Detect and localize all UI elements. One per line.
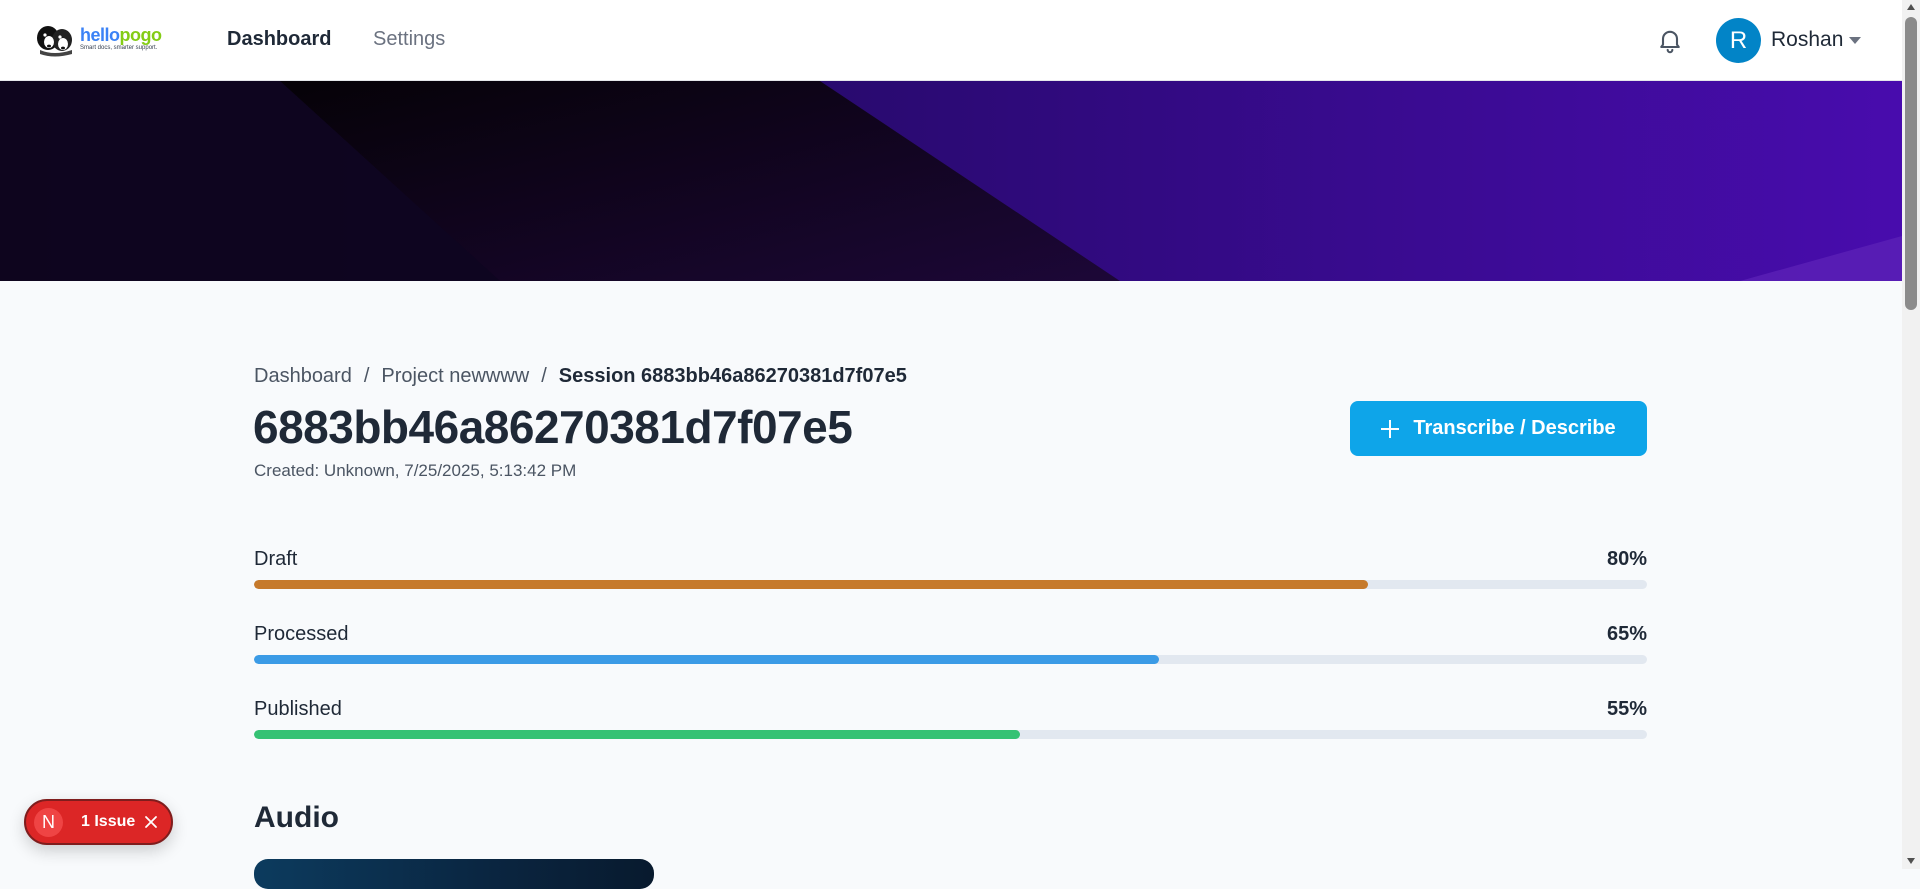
nav-dashboard[interactable]: Dashboard bbox=[227, 27, 331, 51]
breadcrumb-separator: / bbox=[363, 365, 370, 387]
transcribe-describe-button[interactable]: Transcribe / Describe bbox=[1350, 401, 1647, 456]
progress-percent: 65% bbox=[1606, 623, 1647, 645]
plus-icon bbox=[1381, 419, 1400, 438]
audio-section-title: Audio bbox=[254, 801, 339, 834]
hellopogo-logo[interactable]: hellopogo Smart docs, smarter support. bbox=[34, 18, 169, 60]
breadcrumb-session: Session 6883bb46a86270381d7f07e5 bbox=[558, 365, 907, 387]
hero-banner bbox=[0, 81, 1902, 281]
audio-card[interactable] bbox=[254, 859, 654, 889]
brand-pogo: pogo bbox=[119, 25, 162, 45]
chevron-down-icon[interactable] bbox=[1849, 37, 1861, 44]
created-date: Created: Unknown, 7/25/2025, 5:13:42 PM bbox=[254, 461, 577, 480]
progress-fill bbox=[254, 580, 1369, 589]
bell-icon[interactable] bbox=[1656, 26, 1684, 54]
breadcrumb-separator: / bbox=[541, 365, 547, 387]
progress-track bbox=[254, 580, 1647, 589]
issue-badge-avatar: N bbox=[34, 808, 63, 837]
progress-label: Processed bbox=[254, 623, 349, 645]
brand-hello: hello bbox=[80, 25, 120, 45]
dog-logo-icon bbox=[37, 26, 72, 57]
progress-label: Published bbox=[254, 698, 342, 720]
issue-count[interactable]: 1 Issue bbox=[81, 812, 135, 832]
transcribe-describe-label: Transcribe / Describe bbox=[1413, 417, 1616, 439]
breadcrumb: Dashboard / Project newwww / Session 6883bb4… bbox=[254, 364, 907, 388]
close-icon[interactable] bbox=[143, 814, 159, 830]
progress-fill bbox=[254, 655, 1160, 664]
page-title: 6883bb46a86270381d7f07e5 bbox=[253, 401, 853, 453]
progress-track bbox=[254, 730, 1647, 739]
progress-fill bbox=[254, 730, 1021, 739]
issue-badge[interactable]: N 1 Issue bbox=[24, 799, 173, 845]
top-navbar: hellopogo Smart docs, smarter support. D… bbox=[0, 0, 1902, 81]
progress-percent: 80% bbox=[1606, 548, 1647, 570]
brand-tagline: Smart docs, smarter support. bbox=[80, 45, 158, 51]
scrollbar-thumb[interactable] bbox=[1905, 17, 1917, 310]
user-menu-name[interactable]: Roshan bbox=[1771, 27, 1843, 52]
scroll-down-arrow-icon[interactable] bbox=[1907, 858, 1915, 864]
progress-percent: 55% bbox=[1606, 698, 1647, 720]
scroll-up-arrow-icon[interactable] bbox=[1907, 4, 1915, 10]
vertical-scrollbar[interactable] bbox=[1902, 0, 1920, 869]
progress-label: Draft bbox=[254, 548, 298, 570]
user-avatar[interactable]: R bbox=[1716, 18, 1761, 63]
brand-wordmark: hellopogo bbox=[80, 26, 162, 44]
breadcrumb-project[interactable]: Project newwww bbox=[381, 365, 529, 387]
breadcrumb-dashboard[interactable]: Dashboard bbox=[254, 365, 352, 387]
nav-settings[interactable]: Settings bbox=[373, 27, 445, 51]
progress-track bbox=[254, 655, 1647, 664]
